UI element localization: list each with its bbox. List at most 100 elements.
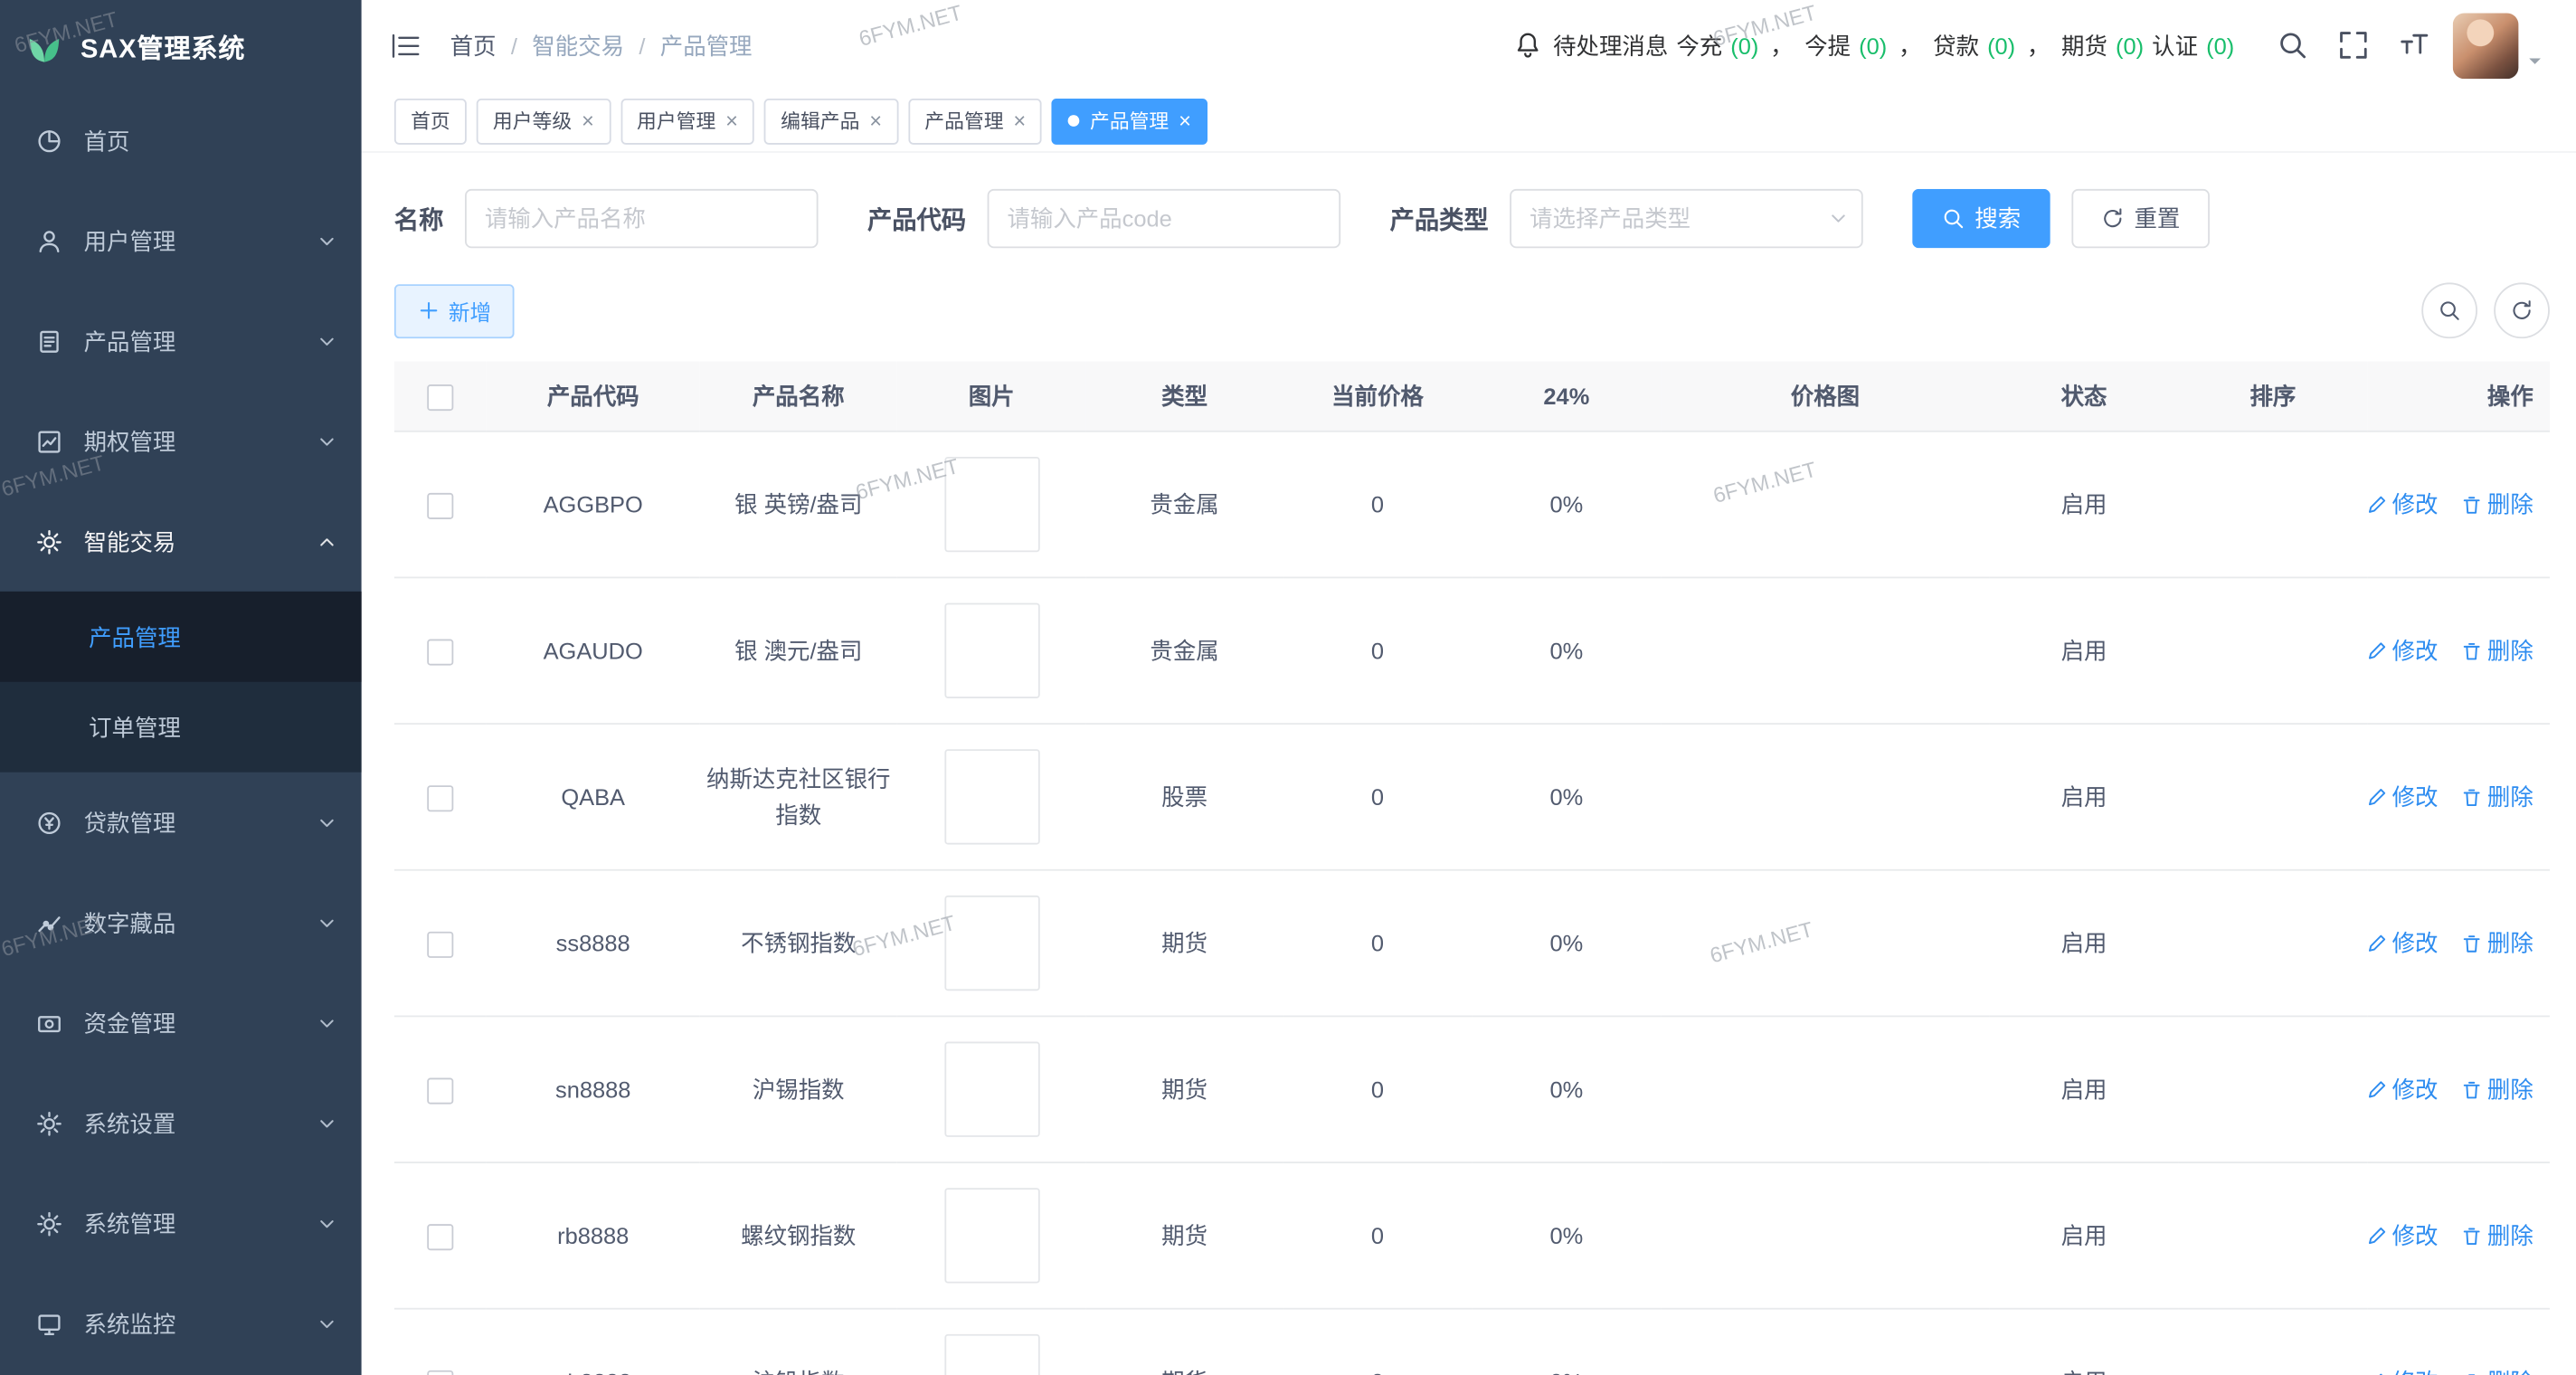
- edit-link[interactable]: 修改: [2366, 781, 2439, 813]
- sidebar-item-monitor[interactable]: 系统监控: [0, 1274, 362, 1374]
- plus-icon: [417, 299, 440, 322]
- monitor-icon: [36, 1311, 62, 1337]
- chevron-down-icon: [317, 913, 337, 933]
- search-icon: [1942, 207, 1965, 230]
- chevron-down-icon: [1829, 209, 1849, 229]
- reset-button[interactable]: 重置: [2071, 189, 2210, 248]
- close-icon[interactable]: ×: [1013, 110, 1026, 132]
- cell-sort: [2178, 1309, 2367, 1375]
- pending-notice: 待处理消息 今充 (0) ， 今提 (0) ， 贷款 (0) ， 期货 (0) …: [1515, 29, 2234, 62]
- add-button[interactable]: 新增: [394, 283, 515, 337]
- caret-down-icon[interactable]: [2527, 52, 2543, 68]
- delete-link[interactable]: 删除: [2461, 1219, 2533, 1252]
- delete-link[interactable]: 删除: [2461, 1073, 2533, 1105]
- row-checkbox[interactable]: [427, 1370, 453, 1375]
- close-icon[interactable]: ×: [725, 110, 738, 132]
- edit-icon: [2366, 640, 2388, 661]
- tab-product-management[interactable]: 产品管理 ×: [908, 98, 1042, 144]
- row-checkbox[interactable]: [427, 1224, 453, 1250]
- cell-type: 期货: [1086, 1016, 1283, 1162]
- close-icon[interactable]: ×: [582, 110, 594, 132]
- fullscreen-icon[interactable]: [2338, 30, 2370, 62]
- sidebar-item-funds[interactable]: 资金管理: [0, 972, 362, 1073]
- sidebar-item-settings[interactable]: 系统设置: [0, 1073, 362, 1173]
- tab-label: 用户等级: [493, 107, 572, 135]
- row-checkbox[interactable]: [427, 639, 453, 665]
- code-filter-label: 产品代码: [867, 202, 966, 236]
- tab-product-management-active[interactable]: 产品管理 ×: [1052, 98, 1208, 144]
- delete-link[interactable]: 删除: [2461, 781, 2533, 813]
- sidebar-item-users[interactable]: 用户管理: [0, 191, 362, 291]
- code-filter: [988, 189, 1341, 248]
- col-header-price-chart: 价格图: [1661, 362, 1989, 431]
- banknote-icon: [36, 1010, 62, 1036]
- tab-user-management[interactable]: 用户管理 ×: [620, 98, 754, 144]
- delete-link[interactable]: 删除: [2461, 488, 2533, 520]
- code-input[interactable]: [988, 189, 1341, 248]
- delete-link[interactable]: 删除: [2461, 1365, 2533, 1375]
- breadcrumb-smart-trade[interactable]: 智能交易: [532, 29, 624, 62]
- cell-type: 期货: [1086, 870, 1283, 1017]
- cell-change: 0%: [1472, 1016, 1661, 1162]
- notice-count: (0): [1730, 32, 1758, 58]
- table-row: AGGBPO 银 英镑/盎司 贵金属 0 0% 启用 修改 删除: [394, 431, 2550, 578]
- edit-link[interactable]: 修改: [2366, 1365, 2439, 1375]
- search-icon[interactable]: [2277, 30, 2308, 62]
- type-select[interactable]: [1510, 189, 1863, 248]
- edit-link[interactable]: 修改: [2366, 1219, 2439, 1252]
- notice-count: (0): [1859, 32, 1887, 58]
- select-all-checkbox[interactable]: [427, 384, 453, 410]
- sidebar-subitem-label: 订单管理: [89, 711, 181, 744]
- edit-link[interactable]: 修改: [2366, 488, 2439, 520]
- edit-link[interactable]: 修改: [2366, 634, 2439, 667]
- table-row: sn8888 沪锡指数 期货 0 0% 启用 修改 删除: [394, 1016, 2550, 1162]
- name-input[interactable]: [465, 189, 819, 248]
- cell-change: 0%: [1472, 724, 1661, 870]
- close-icon[interactable]: ×: [869, 110, 882, 132]
- delete-link[interactable]: 删除: [2461, 926, 2533, 959]
- row-checkbox[interactable]: [427, 492, 453, 518]
- cell-status: 启用: [1990, 431, 2179, 578]
- sidebar: SAX管理系统 首页 用户管理 产品管理 期权管理: [0, 0, 362, 1375]
- edit-icon: [2366, 1078, 2388, 1100]
- search-icon: [2438, 299, 2460, 322]
- sidebar-item-digital-collection[interactable]: 数字藏品: [0, 872, 362, 972]
- search-button[interactable]: 搜索: [1912, 189, 2050, 248]
- edit-link[interactable]: 修改: [2366, 926, 2439, 959]
- sidebar-item-products[interactable]: 产品管理: [0, 290, 362, 391]
- font-size-icon[interactable]: [2399, 30, 2430, 62]
- sidebar-item-smart-trade[interactable]: 智能交易: [0, 491, 362, 592]
- sidebar-item-label: 期权管理: [84, 425, 176, 458]
- cell-status: 启用: [1990, 1309, 2179, 1375]
- breadcrumb-home[interactable]: 首页: [450, 29, 497, 62]
- bell-icon[interactable]: [1515, 32, 1541, 60]
- col-header-price: 当前价格: [1283, 362, 1473, 431]
- avatar[interactable]: [2453, 13, 2519, 79]
- cell-name: 螺纹钢指数: [700, 1162, 897, 1309]
- sidebar-item-label: 智能交易: [84, 525, 176, 557]
- toggle-search-button[interactable]: [2421, 282, 2477, 338]
- notice-separator: ，: [2023, 29, 2053, 62]
- product-table: 产品代码 产品名称 图片 类型 当前价格 24% 价格图 状态 排序 操作: [394, 362, 2550, 1375]
- row-checkbox[interactable]: [427, 1077, 453, 1104]
- active-dot: [1068, 115, 1080, 127]
- sidebar-item-options[interactable]: 期权管理: [0, 391, 362, 491]
- chevron-down-icon: [317, 331, 337, 351]
- delete-link[interactable]: 删除: [2461, 634, 2533, 667]
- sidebar-subitem-order-management[interactable]: 订单管理: [0, 682, 362, 773]
- sidebar-item-loans[interactable]: 贷款管理: [0, 773, 362, 873]
- refresh-table-button[interactable]: [2494, 282, 2550, 338]
- hamburger-icon[interactable]: [391, 32, 421, 58]
- row-checkbox[interactable]: [427, 931, 453, 957]
- sidebar-subitem-product-management[interactable]: 产品管理: [0, 592, 362, 682]
- tab-home[interactable]: 首页: [394, 98, 467, 144]
- sidebar-item-system[interactable]: 系统管理: [0, 1173, 362, 1274]
- cell-price: 0: [1283, 724, 1473, 870]
- cell-price-chart: [1661, 724, 1989, 870]
- sidebar-item-home[interactable]: 首页: [0, 90, 362, 191]
- tab-edit-product[interactable]: 编辑产品 ×: [764, 98, 898, 144]
- edit-link[interactable]: 修改: [2366, 1073, 2439, 1105]
- close-icon[interactable]: ×: [1179, 110, 1191, 132]
- tab-user-level[interactable]: 用户等级 ×: [477, 98, 611, 144]
- row-checkbox[interactable]: [427, 785, 453, 811]
